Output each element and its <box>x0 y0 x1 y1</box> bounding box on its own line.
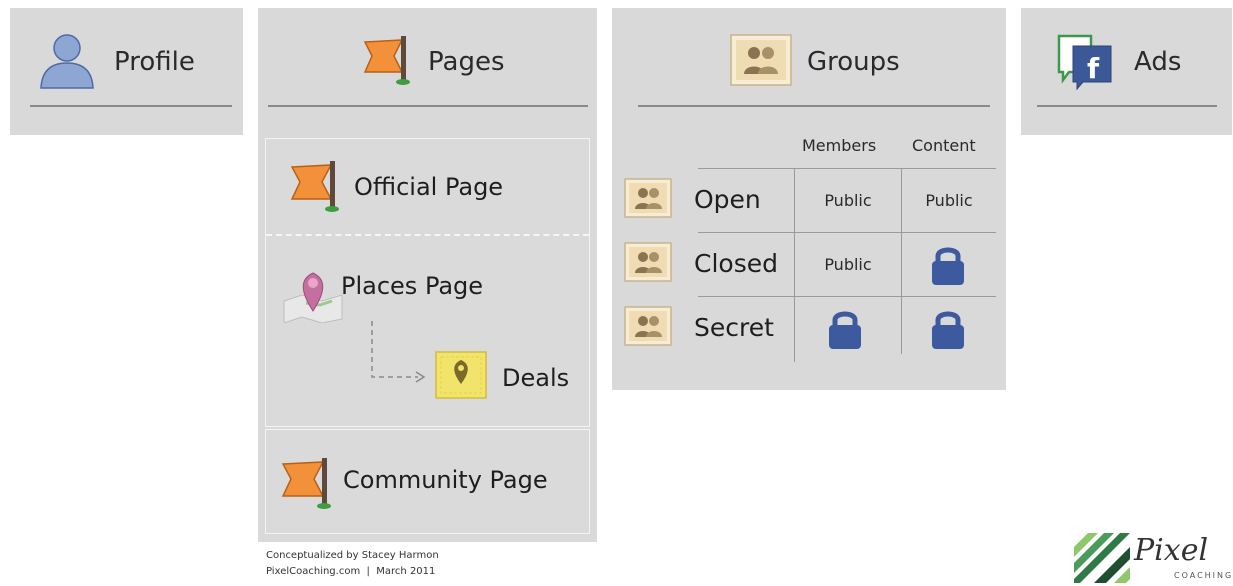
facebook-ads-icon: f <box>1057 34 1112 90</box>
content-column-header: Content <box>912 136 976 155</box>
table-header-line <box>698 168 996 169</box>
row-label-secret: Secret <box>694 313 774 342</box>
person-silhouette-icon <box>40 34 94 89</box>
community-page-label: Community Page <box>343 466 548 494</box>
pages-divider <box>268 105 588 107</box>
ads-title: Ads <box>1134 47 1182 77</box>
cell-open-content: Public <box>925 191 973 210</box>
profile-panel: Profile <box>10 8 243 135</box>
orange-flag-icon <box>290 161 339 212</box>
dashed-arrow-connector <box>371 321 426 383</box>
lock-icon <box>829 311 861 349</box>
profile-divider <box>30 105 232 107</box>
logo-stripes-icon <box>1074 533 1130 583</box>
orange-flag-icon <box>281 458 331 509</box>
table-row-line <box>698 296 996 297</box>
groups-divider <box>638 105 990 107</box>
ads-divider <box>1037 105 1217 107</box>
group-icon <box>624 306 672 346</box>
deals-label: Deals <box>502 364 570 392</box>
svg-text:f: f <box>1087 52 1100 85</box>
pages-subbox-community: Community Page <box>265 429 590 534</box>
row-label-open: Open <box>694 185 761 214</box>
group-icon <box>730 34 792 86</box>
orange-flag-icon <box>363 36 410 85</box>
pixel-coaching-logo: Pixel COACHING <box>1074 533 1231 583</box>
lock-icon <box>932 247 964 285</box>
members-column-header: Members <box>802 136 877 155</box>
cell-closed-members: Public <box>824 255 872 274</box>
credit-line-2: PixelCoaching.com | March 2011 <box>266 566 436 577</box>
places-page-label: Places Page <box>341 272 484 300</box>
table-row-line <box>698 232 996 233</box>
cell-open-members: Public <box>824 191 872 210</box>
deals-icon <box>435 351 487 399</box>
credit-line-1: Conceptualized by Stacey Harmon <box>266 550 439 561</box>
map-pin-icon <box>283 272 343 323</box>
profile-title: Profile <box>114 47 195 77</box>
groups-panel: Groups Members Content Open Public Publi… <box>612 8 1006 390</box>
groups-title: Groups <box>807 47 900 77</box>
lock-icon <box>932 311 964 349</box>
logo-tagline: COACHING <box>1174 571 1233 580</box>
official-page-label: Official Page <box>354 173 504 201</box>
group-icon <box>624 178 672 218</box>
pages-subbox-main: Official Page Places Page Deals <box>265 138 590 427</box>
logo-wordmark: Pixel <box>1134 533 1209 568</box>
row-label-closed: Closed <box>694 249 778 278</box>
ads-panel: f Ads <box>1021 8 1232 135</box>
pages-panel: Pages Official Page Places Page Deals Co… <box>258 8 597 542</box>
pages-title: Pages <box>428 47 505 77</box>
group-icon <box>624 242 672 282</box>
dashed-separator <box>266 234 589 236</box>
